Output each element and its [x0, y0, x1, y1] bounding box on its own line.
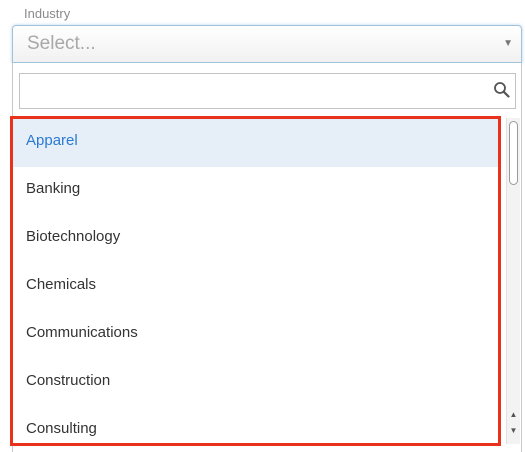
option-apparel[interactable]: Apparel — [13, 119, 499, 167]
option-chemicals[interactable]: Chemicals — [13, 263, 499, 311]
select-placeholder: Select... — [27, 33, 96, 54]
search-input[interactable] — [19, 73, 516, 109]
option-consulting[interactable]: Consulting — [13, 407, 499, 443]
scrollbar-thumb[interactable] — [509, 121, 518, 185]
option-banking[interactable]: Banking — [13, 167, 499, 215]
option-biotechnology[interactable]: Biotechnology — [13, 215, 499, 263]
industry-select[interactable]: Select... ▼ — [12, 25, 522, 63]
option-construction[interactable]: Construction — [13, 359, 499, 407]
dropdown-arrow-icon[interactable]: ▼ — [503, 38, 513, 50]
search-icon[interactable] — [493, 81, 511, 99]
options-list: Apparel Banking Biotechnology Chemicals … — [13, 119, 499, 443]
industry-label: Industry — [24, 6, 71, 21]
option-communications[interactable]: Communications — [13, 311, 499, 359]
scroll-up-arrow-icon[interactable]: ▲ — [507, 408, 520, 422]
scrollbar[interactable]: ▲ ▼ — [506, 118, 520, 444]
scroll-down-arrow-icon[interactable]: ▼ — [507, 424, 520, 438]
